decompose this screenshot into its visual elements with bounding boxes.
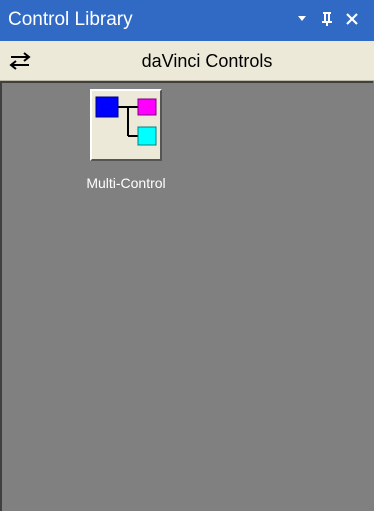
- control-library-panel: Control Library daVinci Controls Multi-C…: [0, 0, 374, 511]
- close-button[interactable]: [339, 6, 365, 32]
- dropdown-button[interactable]: [289, 6, 315, 32]
- title-bar: Control Library: [0, 0, 374, 41]
- library-header: daVinci Controls: [0, 41, 374, 81]
- pin-icon: [322, 12, 332, 26]
- control-label: Multi-Control: [86, 175, 166, 191]
- multi-control-graphic: [95, 96, 157, 146]
- multi-control-icon: [90, 89, 162, 161]
- pin-button[interactable]: [314, 6, 340, 32]
- swap-arrows-icon: [9, 52, 31, 70]
- window-title: Control Library: [8, 9, 133, 30]
- triangle-down-icon: [298, 16, 306, 21]
- library-title: daVinci Controls: [141, 51, 273, 71]
- control-item-multi-control[interactable]: Multi-Control: [64, 89, 168, 191]
- controls-area: Multi-Control: [0, 81, 373, 511]
- close-icon: [346, 13, 358, 25]
- swap-button[interactable]: [6, 49, 34, 73]
